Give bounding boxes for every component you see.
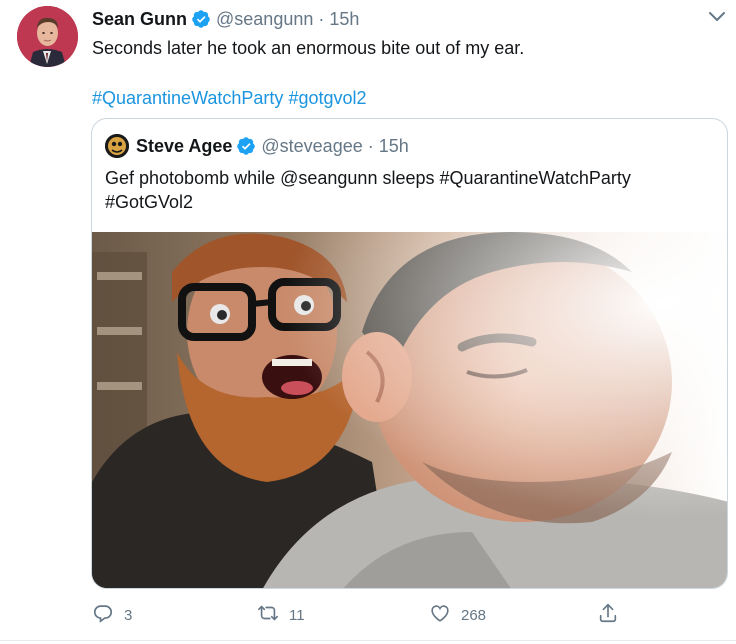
tweet-actions: 3 11 268 — [92, 600, 632, 630]
quoted-photo[interactable] — [92, 232, 727, 588]
tweet[interactable]: Sean Gunn @seangunn · 15h Seconds later … — [0, 0, 736, 644]
quoted-text-line: #GotGVol2 — [105, 192, 194, 212]
share-icon — [597, 602, 619, 628]
quoted-timestamp[interactable]: 15h — [379, 136, 409, 157]
separator-dot: · — [367, 135, 374, 156]
share-button[interactable] — [597, 600, 619, 630]
tweet-text: Seconds later he took an enormous bite o… — [92, 38, 525, 58]
avatar-image — [17, 6, 78, 67]
divider — [0, 640, 736, 641]
author-name[interactable]: Sean Gunn — [92, 9, 187, 30]
quoted-text-line: Gef photobomb while @seangunn sleeps #Qu… — [105, 168, 631, 188]
separator-dot: · — [318, 8, 325, 29]
like-button[interactable]: 268 — [429, 600, 486, 630]
quoted-author-handle[interactable]: @steveagee — [261, 136, 362, 157]
photo-image — [92, 232, 727, 588]
tweet-timestamp[interactable]: 15h — [329, 9, 359, 30]
quoted-tweet-header: Steve Agee @steveagee · 15h — [105, 134, 409, 158]
hashtag-link[interactable]: #QuarantineWatchParty — [92, 88, 283, 108]
quoted-tweet-text: Gef photobomb while @seangunn sleeps #Qu… — [105, 166, 705, 214]
reply-button[interactable]: 3 — [92, 600, 132, 630]
author-handle[interactable]: @seangunn — [216, 9, 313, 30]
retweet-icon — [257, 602, 279, 628]
retweet-count: 11 — [289, 606, 305, 624]
verified-badge-icon — [191, 9, 211, 29]
quoted-tweet[interactable]: Steve Agee @steveagee · 15h Gef photobom… — [91, 118, 728, 589]
tweet-header: Sean Gunn @seangunn · 15h — [92, 7, 359, 31]
reply-count: 3 — [124, 606, 133, 624]
reply-icon — [92, 602, 114, 628]
tweet-hashtags: #QuarantineWatchParty #gotgvol2 — [92, 86, 367, 110]
avatar[interactable] — [17, 6, 78, 67]
hashtag-link[interactable]: #gotgvol2 — [288, 88, 366, 108]
like-count: 268 — [461, 606, 487, 624]
heart-icon — [429, 602, 451, 628]
quoted-author-name[interactable]: Steve Agee — [136, 136, 232, 157]
verified-badge-icon — [236, 136, 256, 156]
retweet-button[interactable]: 11 — [257, 600, 305, 630]
chevron-down-icon[interactable] — [706, 8, 728, 26]
quoted-avatar — [105, 134, 129, 158]
